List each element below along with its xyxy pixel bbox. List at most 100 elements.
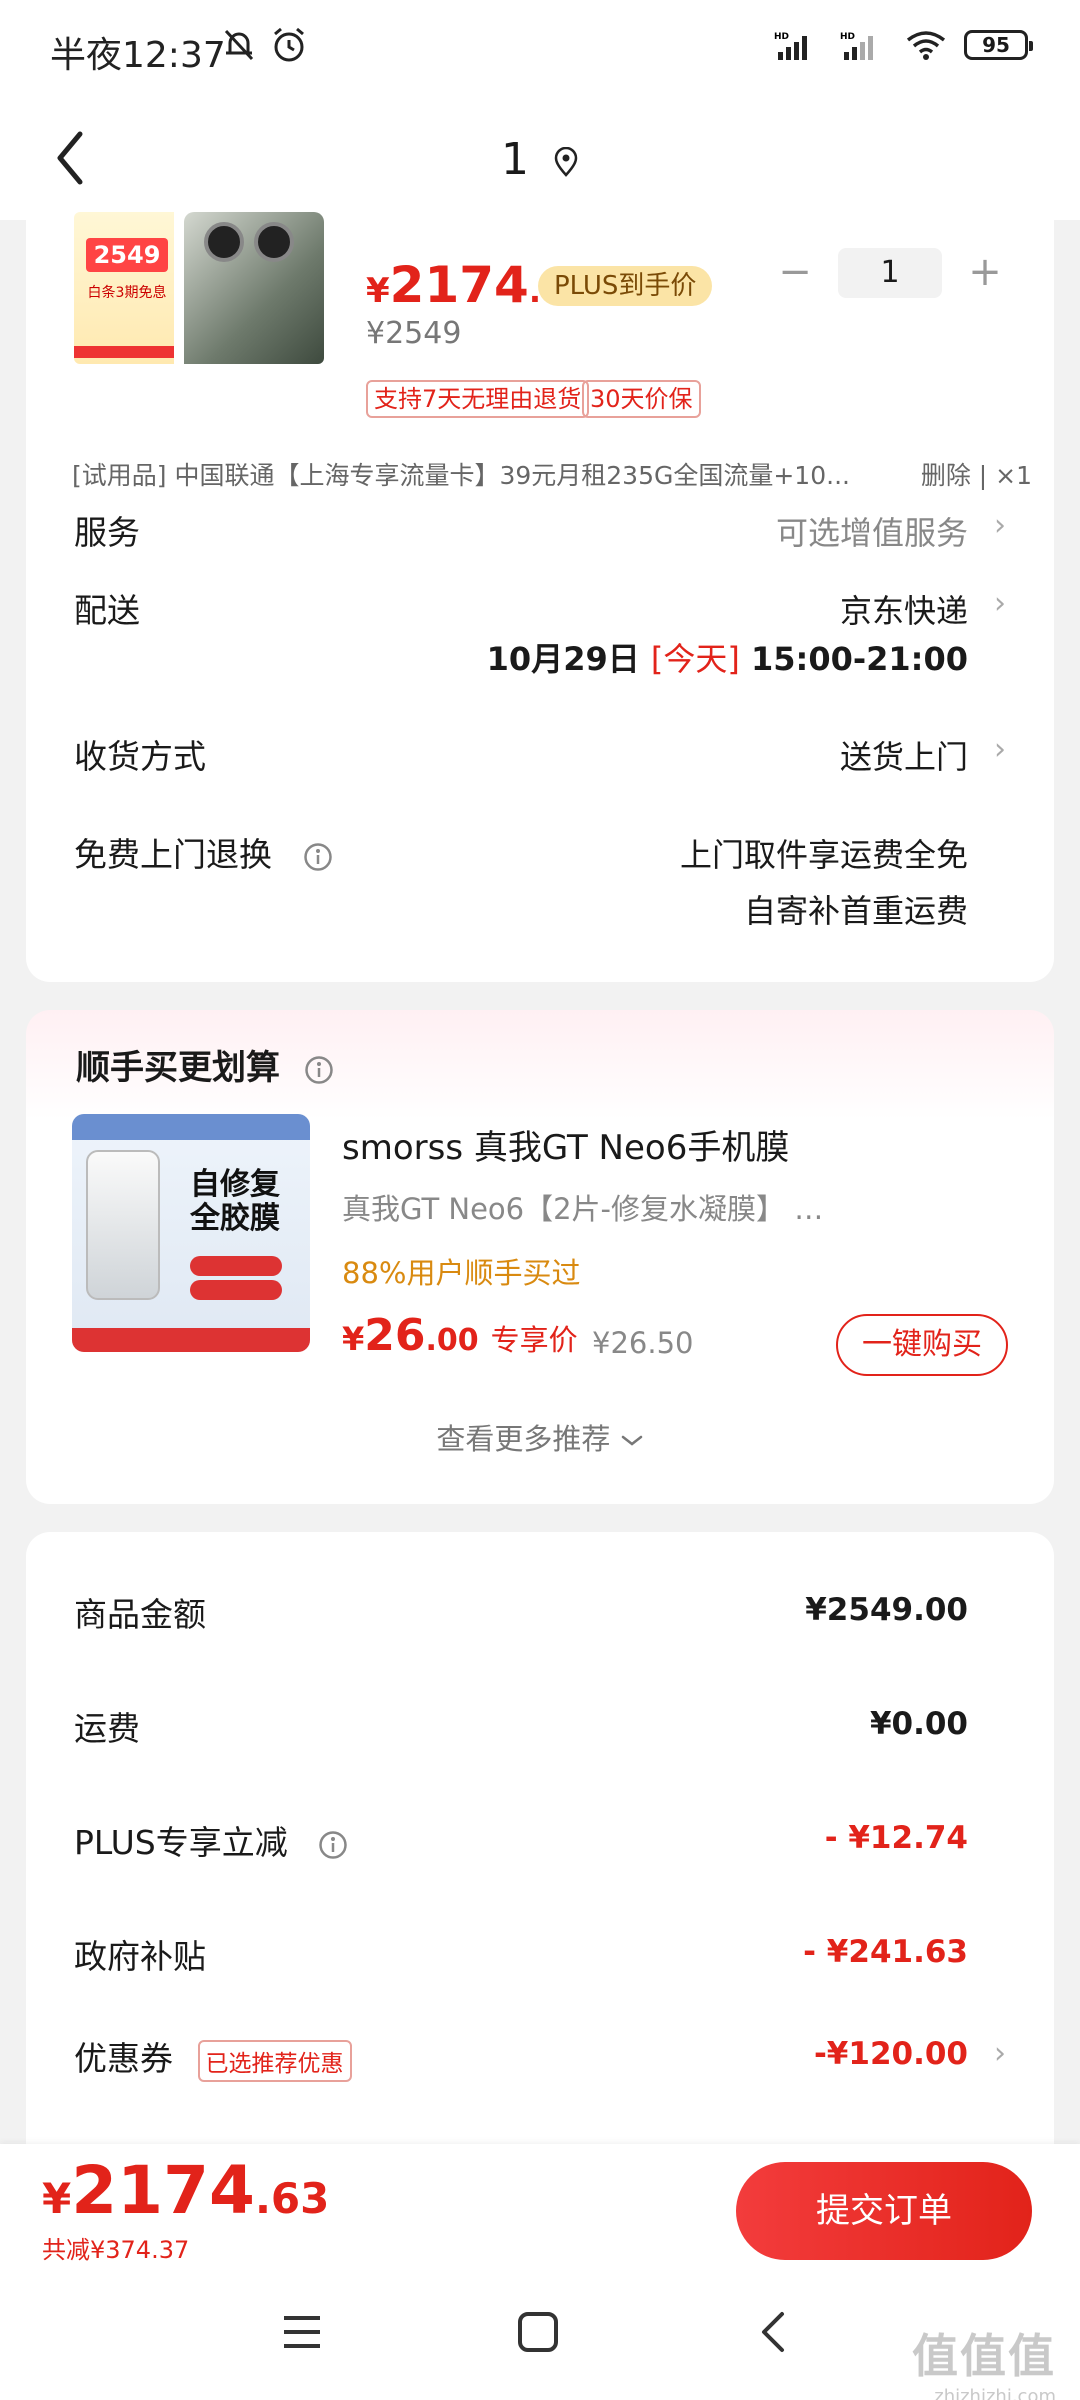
info-icon[interactable] xyxy=(304,1055,334,1085)
return-tag: 支持7天无理由退货 xyxy=(366,380,590,418)
image-headline: 自修复 全胶膜 xyxy=(190,1167,280,1236)
chevron-right-icon[interactable]: › xyxy=(994,2036,1006,2071)
service-value[interactable]: 可选增值服务 xyxy=(776,508,968,554)
total-integer: 2174 xyxy=(71,2152,255,2229)
free-return-value-1: 上门取件享运费全免 xyxy=(679,836,968,874)
thumbnail-price: 2549 xyxy=(86,238,168,272)
plus-price-badge: PLUS到手价 xyxy=(538,266,713,306)
recommend-card: 顺手买更划算 自修复 全胶膜 smorss 真我GT Neo6手机膜 真我GT … xyxy=(26,1010,1054,1504)
svg-text:HD: HD xyxy=(774,32,789,42)
total-decimal: .63 xyxy=(254,2174,330,2223)
price-integer: 26 xyxy=(364,1310,426,1361)
watermark-sub: zhizhizhi.com xyxy=(934,2386,1056,2400)
service-label: 服务 xyxy=(74,513,140,552)
price-currency: ¥ xyxy=(342,1320,365,1358)
total-price: ¥2174.63 xyxy=(42,2152,329,2229)
quantity-stepper: − 1 + xyxy=(772,248,1008,298)
delivery-value[interactable]: 京东快递 xyxy=(840,586,968,632)
status-icons xyxy=(222,26,308,64)
price-currency: ¥ xyxy=(366,271,390,311)
goods-amount-value: ¥2549.00 xyxy=(805,1592,968,1628)
shipping-fee-label: 运费 xyxy=(74,1709,140,1748)
delivery-today: [今天] xyxy=(650,640,740,678)
price-decimal: .00 xyxy=(425,1323,479,1358)
thumbnail-bar xyxy=(74,346,174,358)
submit-order-button[interactable]: 提交订单 xyxy=(736,2162,1032,2260)
wifi-icon xyxy=(906,31,946,60)
signal-icon: HD xyxy=(774,32,807,60)
checkout-bar: ¥2174.63 共减¥374.37 提交订单 xyxy=(0,2144,1080,2264)
info-icon[interactable] xyxy=(318,1830,348,1860)
plus-discount-value: - ¥12.74 xyxy=(824,1820,968,1856)
coupon-text: 优惠券 xyxy=(74,2039,173,2078)
delivery-label: 配送 xyxy=(74,591,140,630)
chevron-right-icon[interactable]: › xyxy=(994,586,1006,621)
delivery-date: 10月29日 xyxy=(486,640,640,678)
recommend-product-name[interactable]: smorss 真我GT Neo6手机膜 xyxy=(342,1120,789,1169)
trial-item-actions[interactable]: 删除 | ×1 xyxy=(921,456,1032,492)
battery-icon: 95 xyxy=(964,30,1033,60)
increase-button[interactable]: + xyxy=(962,250,1008,296)
info-icon[interactable] xyxy=(303,842,333,872)
home-icon[interactable] xyxy=(516,2310,560,2354)
image-footer-band xyxy=(72,1328,310,1352)
camera-lens xyxy=(204,222,244,262)
status-time: 半夜12:37 xyxy=(50,35,226,76)
recommend-social-proof: 88%用户顺手买过 xyxy=(342,1256,581,1290)
product-thumbnail[interactable]: 2549 白条3期免息 xyxy=(74,212,324,364)
total-currency: ¥ xyxy=(42,2174,72,2223)
thumbnail-phone xyxy=(184,212,324,364)
chevron-right-icon[interactable]: › xyxy=(994,508,1006,543)
quantity-value[interactable]: 1 xyxy=(838,248,942,298)
recommend-title-text: 顺手买更划算 xyxy=(76,1048,280,1088)
shipping-fee-value: ¥0.00 xyxy=(869,1706,968,1742)
delivery-window: 15:00-21:00 xyxy=(751,640,968,678)
subsidy-label: 政府补贴 xyxy=(74,1937,206,1976)
trial-item-row: [试用品] 中国联通【上海专享流量卡】39元月租235G全国流量+10... 删… xyxy=(72,456,1032,492)
recommend-product-image[interactable]: 自修复 全胶膜 xyxy=(72,1114,310,1352)
image-phone xyxy=(86,1150,160,1300)
free-return-value-2: 自寄补首重运费 xyxy=(743,892,968,930)
more-recommend-link[interactable]: 查看更多推荐 xyxy=(26,1416,1054,1458)
address-title[interactable]: 1 xyxy=(0,134,1080,185)
nav-title-text: 1 xyxy=(501,134,529,185)
coupon-tag: 已选推荐优惠 xyxy=(197,2039,352,2082)
trial-item-text: [试用品] 中国联通【上海专享流量卡】39元月租235G全国流量+10... xyxy=(72,461,850,490)
receive-value[interactable]: 送货上门 xyxy=(840,732,968,778)
delivery-time[interactable]: 10月29日 [今天] 15:00-21:00 xyxy=(487,634,968,680)
price-integer: 2174 xyxy=(389,256,529,314)
total-saved[interactable]: 共减¥374.37 xyxy=(42,2230,189,2265)
original-price: ¥2549 xyxy=(366,316,462,351)
subsidy-value: - ¥241.63 xyxy=(803,1934,968,1970)
coupon-value[interactable]: -¥120.00 xyxy=(814,2036,968,2072)
camera-lens xyxy=(254,222,294,262)
free-return-label: 免费上门退换 xyxy=(74,828,333,876)
plus-discount-text: PLUS专享立减 xyxy=(74,1823,288,1862)
free-return-text: 免费上门退换 xyxy=(74,835,272,874)
more-recommend-text: 查看更多推荐 xyxy=(436,1422,611,1456)
decrease-button[interactable]: − xyxy=(772,250,818,296)
one-click-buy-button[interactable]: 一键购买 xyxy=(836,1314,1008,1376)
chevron-right-icon[interactable]: › xyxy=(994,732,1006,767)
alarm-icon xyxy=(274,27,304,62)
price-label: 专享价 xyxy=(490,1323,578,1357)
location-icon xyxy=(554,147,578,177)
image-chip xyxy=(190,1256,282,1276)
recommend-title: 顺手买更划算 xyxy=(76,1040,334,1089)
goods-amount-label: 商品金额 xyxy=(74,1595,206,1634)
recommend-product-spec[interactable]: 真我GT Neo6【2片-修复水凝膜】 … xyxy=(342,1186,823,1228)
price-protect-tag: 30天价保 xyxy=(582,380,701,418)
back-nav-icon[interactable] xyxy=(754,2310,794,2354)
plus-discount-label: PLUS专享立减 xyxy=(74,1816,348,1864)
coupon-label: 优惠券 已选推荐优惠 xyxy=(74,2032,352,2082)
price-summary-card: 商品金额 ¥2549.00 运费 ¥0.00 PLUS专享立减 - ¥12.74… xyxy=(26,1532,1054,2232)
recommend-price: ¥26.00 专享价 xyxy=(342,1310,578,1361)
menu-icon[interactable] xyxy=(280,2310,324,2354)
recommend-original-price: ¥26.50 xyxy=(592,1326,694,1360)
thumbnail-promo: 2549 白条3期免息 xyxy=(74,212,174,364)
thumbnail-promo-line: 白条3期免息 xyxy=(87,285,167,301)
receive-label: 收货方式 xyxy=(74,737,206,776)
signal-icon-2: HD xyxy=(840,32,873,60)
product-card: 2549 白条3期免息 ¥2174.63 PLUS到手价 ¥2549 支持7天无… xyxy=(26,200,1054,982)
status-bar: 半夜12:37 HD HD 95 xyxy=(0,0,1080,100)
